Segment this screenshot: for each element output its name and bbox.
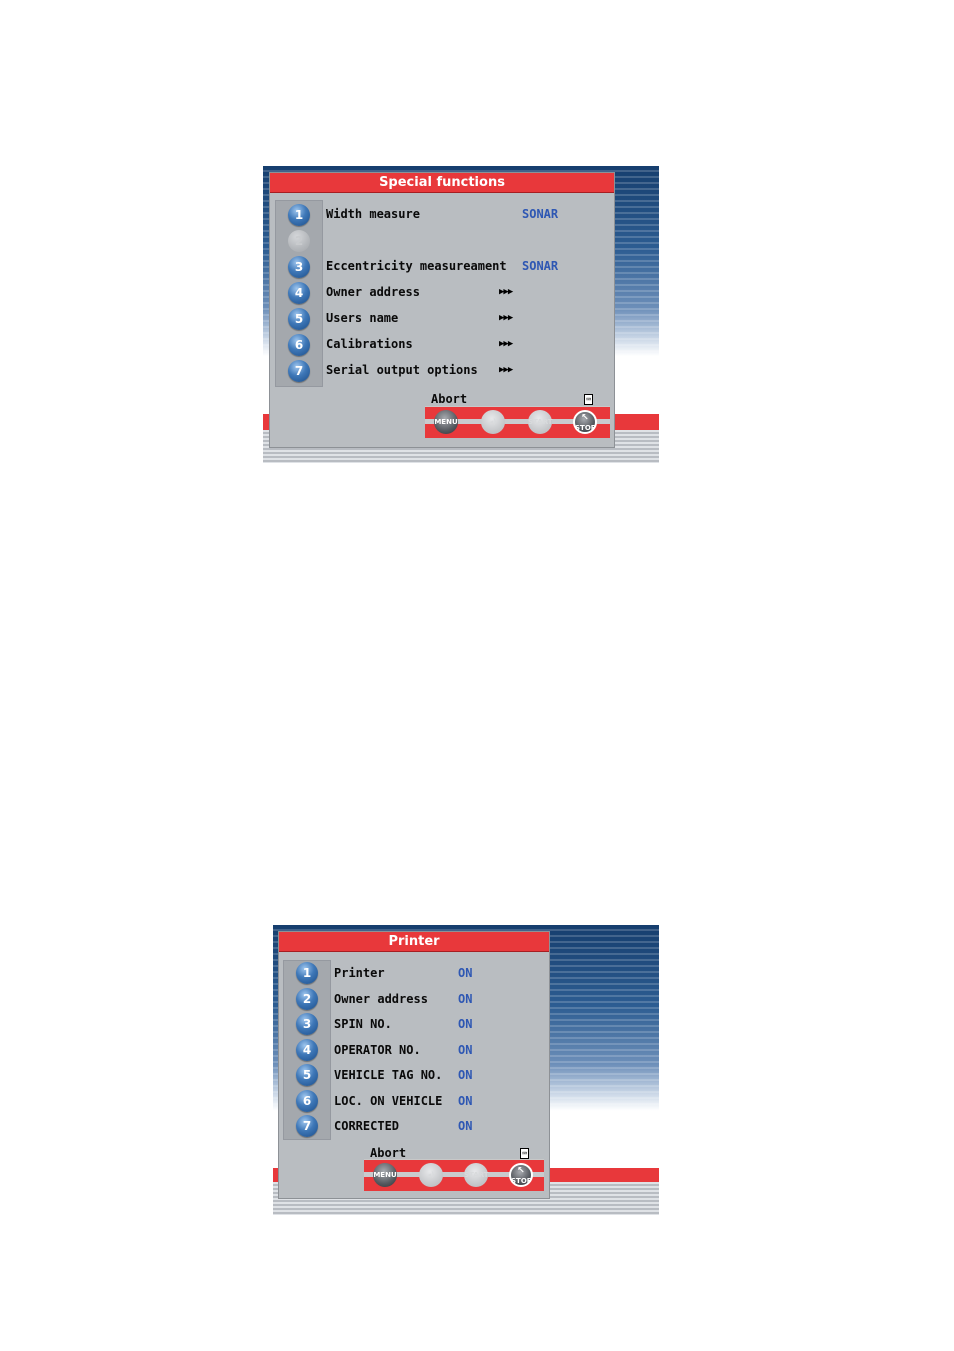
number-button-7[interactable]: 7 [288,360,310,382]
stop-button[interactable]: ↖ STOP [509,1163,533,1187]
number-button-6[interactable]: 6 [296,1090,318,1112]
menu-button[interactable]: MENU [434,410,458,434]
number-button-4[interactable]: 4 [288,282,310,304]
number-button-3[interactable]: 3 [288,256,310,278]
stop-label: STOP [511,1177,532,1185]
option-label[interactable]: LOC. ON VEHICLE [334,1094,442,1108]
function-button-bar: MENU ◂) START ↖ STOP [364,1159,544,1191]
number-button-4[interactable]: 4 [296,1039,318,1061]
panel-title: Printer [279,932,549,952]
menu-item-value: SONAR [522,259,559,273]
menu-item-label[interactable]: Users name [326,311,398,325]
keyboard-icon: ⌨ [520,1148,529,1159]
option-value: ON [458,1068,473,1082]
function-button-bar: MENU ◂) START ↖ STOP [425,406,610,438]
menu-item-label[interactable]: Serial output options [326,363,478,377]
stop-arrow-icon: ↖ [517,1166,525,1176]
speaker-icon: ◂) [419,1163,443,1187]
option-value: ON [458,1094,473,1108]
number-button-5[interactable]: 5 [296,1064,318,1086]
printer-panel: Printer 1 Printer ON 2 Owner address ON … [278,931,550,1199]
option-value: ON [458,992,473,1006]
option-label[interactable]: Printer [334,966,385,980]
special-functions-screen: Special functions 1 Width measure SONAR … [263,166,659,463]
menu-item-label[interactable]: Eccentricity measureament [326,259,507,273]
number-button-5[interactable]: 5 [288,308,310,330]
number-button-2: 2 [288,230,310,252]
number-button-6[interactable]: 6 [288,334,310,356]
number-button-1[interactable]: 1 [288,204,310,226]
submenu-arrows-icon: ▶▶▶ [499,313,513,323]
start-button: START [464,1163,489,1187]
number-button-2[interactable]: 2 [296,988,318,1010]
speaker-icon: ◂) [481,410,505,434]
start-button: START [528,410,553,434]
number-button-3[interactable]: 3 [296,1013,318,1035]
menu-item-label[interactable]: Width measure [326,207,420,221]
submenu-arrows-icon: ▶▶▶ [499,365,513,375]
panel-title: Special functions [270,173,614,193]
option-label[interactable]: OPERATOR NO. [334,1043,421,1057]
stop-button[interactable]: ↖ STOP [573,410,597,434]
menu-item-value: SONAR [522,207,559,221]
abort-label: Abort [370,1146,407,1160]
menu-item-label[interactable]: Owner address [326,285,420,299]
menu-item-label[interactable]: Calibrations [326,337,413,351]
submenu-arrows-icon: ▶▶▶ [499,287,513,297]
option-value: ON [458,1043,473,1057]
stop-label: STOP [575,424,596,432]
option-value: ON [458,966,473,980]
number-button-7[interactable]: 7 [296,1115,318,1137]
keyboard-icon: ⌨ [584,394,593,405]
special-functions-panel: Special functions 1 Width measure SONAR … [269,172,615,448]
option-label[interactable]: CORRECTED [334,1119,399,1133]
abort-label: Abort [431,392,468,406]
option-label[interactable]: Owner address [334,992,428,1006]
option-value: ON [458,1119,473,1133]
stop-arrow-icon: ↖ [581,413,589,423]
submenu-arrows-icon: ▶▶▶ [499,339,513,349]
menu-button[interactable]: MENU [373,1163,397,1187]
option-value: ON [458,1017,473,1031]
option-label[interactable]: SPIN NO. [334,1017,392,1031]
printer-screen: Printer 1 Printer ON 2 Owner address ON … [273,925,659,1215]
option-label[interactable]: VEHICLE TAG NO. [334,1068,442,1082]
number-button-1[interactable]: 1 [296,962,318,984]
